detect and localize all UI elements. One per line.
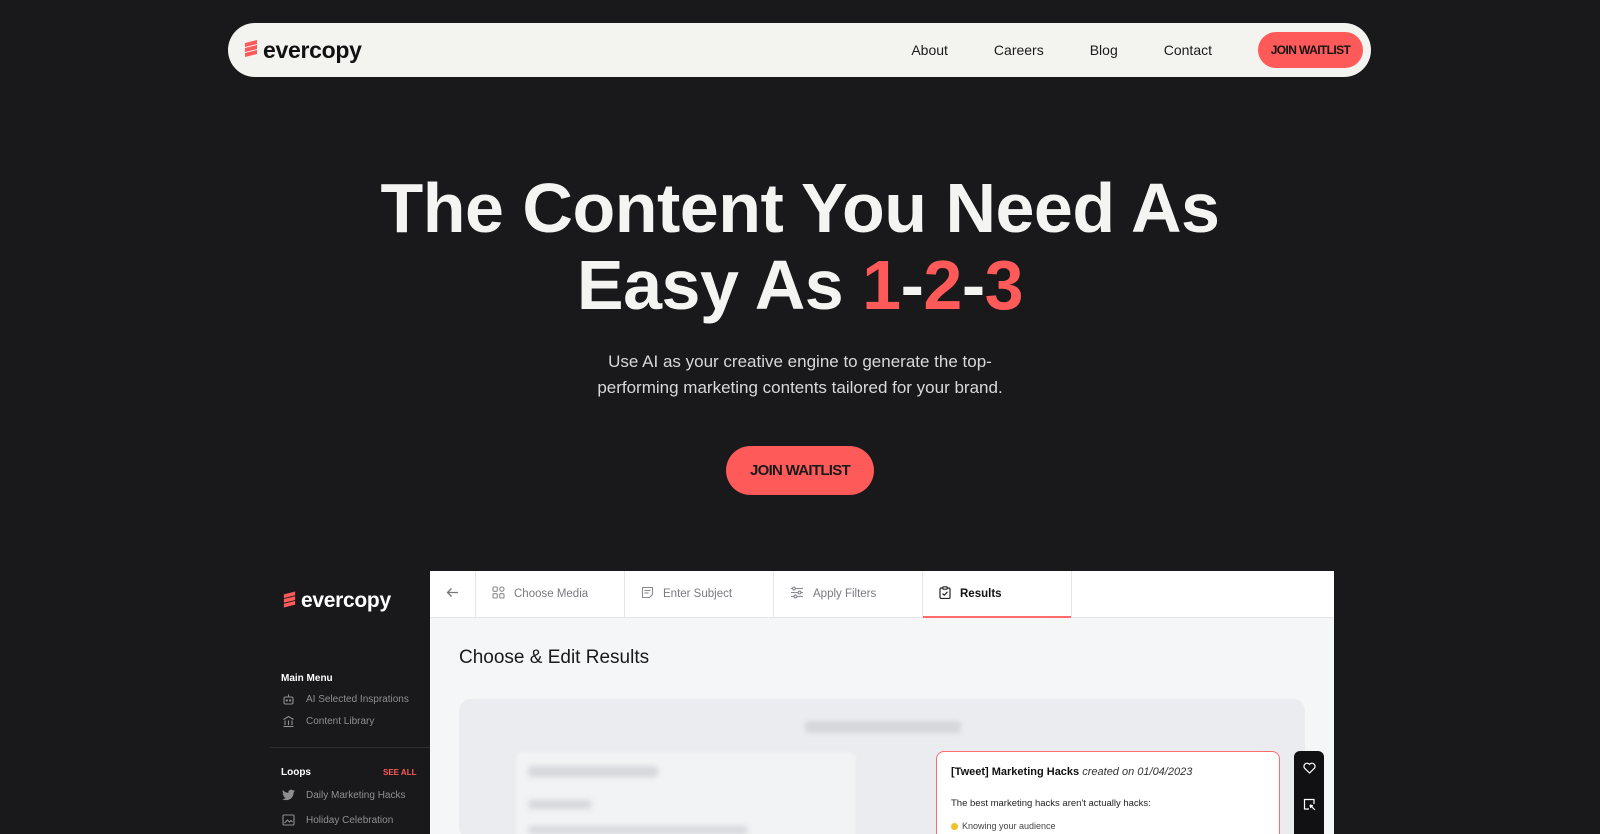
blurred-toolbar xyxy=(805,721,961,733)
sliders-icon xyxy=(790,586,804,602)
back-button[interactable] xyxy=(430,571,476,617)
tab-label: Apply Filters xyxy=(813,588,877,600)
result-card-name: [Tweet] Marketing Hacks xyxy=(951,766,1080,778)
sidebar-item-daily-marketing-hacks[interactable]: Daily Marketing Hacks xyxy=(281,788,405,802)
join-waitlist-nav-button[interactable]: JOIN WAITLIST xyxy=(1258,32,1363,68)
sidebar-item-label: Content Library xyxy=(306,715,375,727)
wizard-tabs: Choose Media Enter Subject Apply Filters… xyxy=(430,571,1334,618)
evercopy-logo-icon xyxy=(282,590,297,613)
blurred-result-card xyxy=(516,752,856,834)
results-title: Choose & Edit Results xyxy=(459,647,650,668)
result-card-point: Knowing your audience xyxy=(951,821,1265,831)
sidebar-item-holiday-celebration[interactable]: Holiday Celebration xyxy=(281,813,393,827)
hero-number-3: 3 xyxy=(984,246,1024,324)
tab-label: Choose Media xyxy=(514,588,589,600)
hero-subtitle: Use AI as your creative engine to genera… xyxy=(597,352,1003,397)
tab-enter-subject[interactable]: Enter Subject xyxy=(625,571,774,617)
main-menu-heading: Main Menu xyxy=(281,673,333,684)
grid-icon xyxy=(492,586,505,602)
result-card-date: created on 01/04/2023 xyxy=(1082,766,1193,778)
sidebar-item-label: Holiday Celebration xyxy=(306,814,394,826)
robot-icon xyxy=(281,692,295,706)
bullet-dot-icon xyxy=(951,822,958,830)
result-card-point-text: Knowing your audience xyxy=(962,821,1056,831)
edit-icon[interactable] xyxy=(1301,796,1317,812)
nav-link-contact[interactable]: Contact xyxy=(1164,42,1212,58)
hero-title-line2-prefix: Easy As xyxy=(576,246,863,324)
hero-separator: - xyxy=(900,246,924,324)
image-icon xyxy=(281,813,295,827)
results-canvas: [Tweet] Marketing Hacks created on 01/04… xyxy=(459,699,1324,834)
sidebar-item-label: AI Selected Insprations xyxy=(306,693,409,705)
hero-title: The Content You Need As Easy As 1-2-3 xyxy=(0,170,1600,324)
heart-icon[interactable] xyxy=(1301,760,1317,776)
result-card-title: [Tweet] Marketing Hacks created on 01/04… xyxy=(951,766,1265,778)
tab-results[interactable]: Results xyxy=(923,571,1072,618)
blurred-text xyxy=(528,800,592,809)
blurred-text xyxy=(528,766,658,777)
result-card-body: The best marketing hacks aren't actually… xyxy=(951,798,1151,809)
preview-main-panel: Choose Media Enter Subject Apply Filters… xyxy=(430,571,1334,834)
nav-links: About Careers Blog Contact JOIN WAITLIST xyxy=(911,32,1363,68)
tab-choose-media[interactable]: Choose Media xyxy=(476,571,625,617)
hero-separator: - xyxy=(961,246,985,324)
preview-sidebar: evercopy Main Menu AI Selected Inspratio… xyxy=(270,571,430,834)
sidebar-item-ai-inspirations[interactable]: AI Selected Insprations xyxy=(281,692,409,706)
clipboard-icon xyxy=(939,586,951,602)
nav-link-about[interactable]: About xyxy=(911,42,948,58)
note-icon xyxy=(641,586,654,602)
join-waitlist-hero-button[interactable]: JOIN WAITLIST xyxy=(726,446,874,495)
hero-title-line1: The Content You Need As xyxy=(380,169,1220,247)
tab-label: Enter Subject xyxy=(663,588,733,600)
blurred-text xyxy=(528,826,748,834)
result-card-selected[interactable]: [Tweet] Marketing Hacks created on 01/04… xyxy=(936,751,1280,834)
library-icon xyxy=(281,714,295,728)
nav-link-careers[interactable]: Careers xyxy=(994,42,1044,58)
hero-number-1: 1 xyxy=(862,246,901,324)
nav-link-blog[interactable]: Blog xyxy=(1090,42,1118,58)
result-action-bar xyxy=(1294,751,1324,834)
see-all-link[interactable]: SEE ALL xyxy=(383,768,416,777)
brand-name: evercopy xyxy=(263,36,362,63)
sidebar-divider xyxy=(270,747,430,748)
hero-number-2: 2 xyxy=(923,246,962,324)
tab-apply-filters[interactable]: Apply Filters xyxy=(774,571,923,617)
twitter-icon xyxy=(281,788,295,802)
preview-brand-name: evercopy xyxy=(301,589,391,612)
top-navbar: evercopy About Careers Blog Contact JOIN… xyxy=(228,23,1371,77)
sidebar-item-label: Daily Marketing Hacks xyxy=(306,789,406,801)
tab-label: Results xyxy=(960,588,1002,600)
sidebar-item-content-library[interactable]: Content Library xyxy=(281,714,374,728)
brand-logo[interactable]: evercopy xyxy=(243,37,362,64)
evercopy-logo-icon xyxy=(243,39,259,62)
preview-brand-logo: evercopy xyxy=(282,589,391,613)
arrow-left-icon xyxy=(446,585,459,603)
loops-heading: Loops xyxy=(281,767,311,778)
